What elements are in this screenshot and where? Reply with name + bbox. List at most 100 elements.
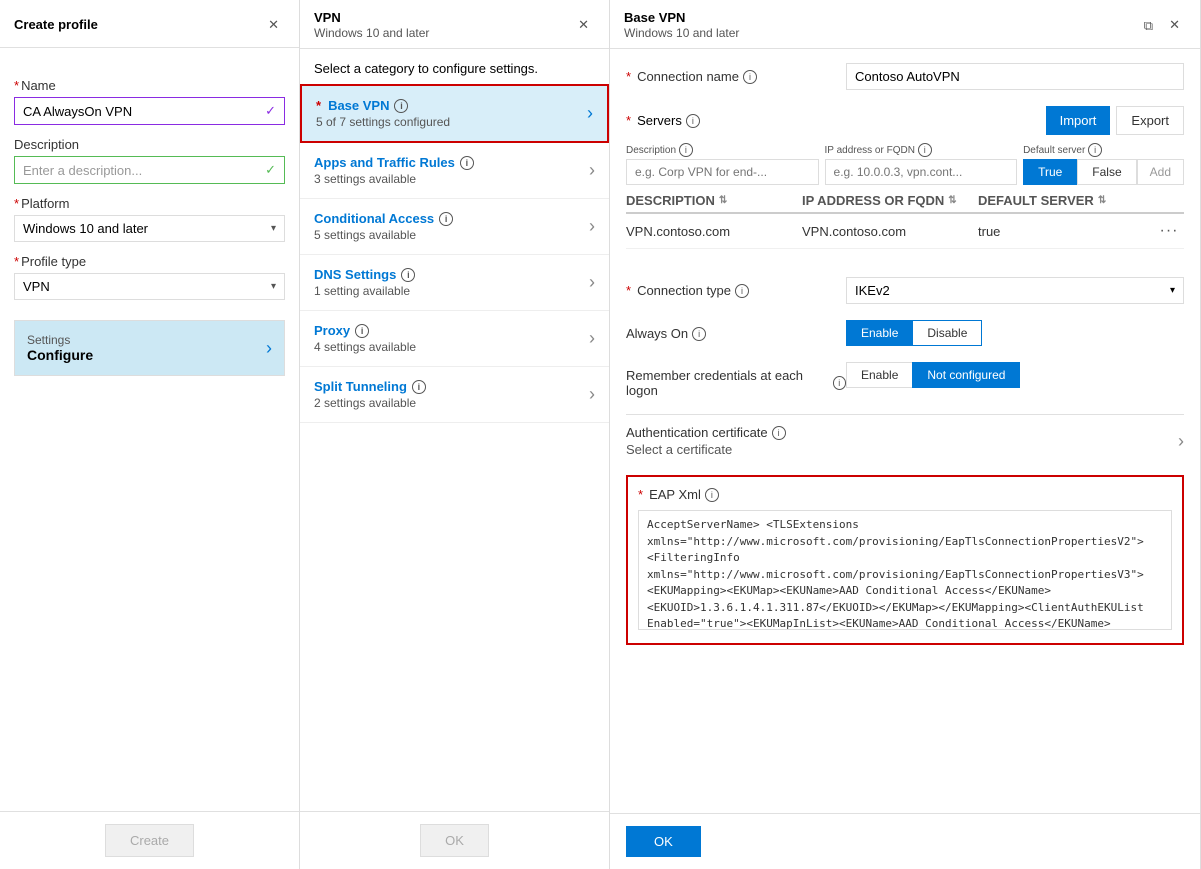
- category-dns-settings[interactable]: DNS Settings i 1 setting available ›: [300, 255, 609, 311]
- remember-cred-info-icon[interactable]: i: [833, 376, 846, 390]
- server-row-actions[interactable]: ···: [1154, 222, 1184, 240]
- conditional-access-title: Conditional Access i: [314, 211, 453, 226]
- default-server-toggle: True False Add: [1023, 159, 1184, 185]
- default-server-info-icon[interactable]: i: [1088, 143, 1102, 157]
- select-cert-label: Select a certificate: [626, 442, 786, 457]
- settings-label: Settings: [27, 333, 93, 347]
- always-on-label: Always On i: [626, 320, 846, 341]
- import-button[interactable]: Import: [1046, 106, 1111, 135]
- servers-info-icon[interactable]: i: [686, 114, 700, 128]
- proxy-info-icon[interactable]: i: [355, 324, 369, 338]
- always-on-disable-button[interactable]: Disable: [912, 320, 982, 346]
- auth-cert-row[interactable]: Authentication certificate i Select a ce…: [626, 414, 1184, 467]
- right-panel-body: * Connection name i * Servers i Import E…: [610, 49, 1200, 813]
- servers-table-header: DESCRIPTION ⇅ IP ADDRESS OR FQDN ⇅ DEFAU…: [626, 193, 1184, 214]
- split-tunneling-info-icon[interactable]: i: [412, 380, 426, 394]
- ip-server-input[interactable]: [825, 159, 1018, 185]
- right-ok-button[interactable]: OK: [626, 826, 701, 857]
- left-panel-header: Create profile ✕: [0, 0, 299, 48]
- connection-type-label: * Connection type i: [626, 277, 846, 298]
- profile-type-select[interactable]: VPN ▾: [14, 273, 285, 300]
- servers-btn-group: Import Export: [1046, 106, 1184, 135]
- create-button[interactable]: Create: [105, 824, 194, 857]
- profile-type-label: *Profile type: [14, 254, 285, 269]
- eap-xml-textarea[interactable]: AcceptServerName> <TLSExtensions xmlns="…: [638, 510, 1172, 630]
- auth-cert-label: Authentication certificate i: [626, 425, 786, 440]
- server-table-row: VPN.contoso.com VPN.contoso.com true ···: [626, 214, 1184, 249]
- connection-type-info-icon[interactable]: i: [735, 284, 749, 298]
- right-panel-close-button[interactable]: ✕: [1163, 14, 1186, 36]
- middle-ok-button[interactable]: OK: [420, 824, 489, 857]
- platform-select[interactable]: Windows 10 and later ▾: [14, 215, 285, 242]
- always-on-enable-button[interactable]: Enable: [846, 320, 912, 346]
- desc-info-icon[interactable]: i: [679, 143, 693, 157]
- always-on-row: Always On i Enable Disable: [626, 320, 1184, 346]
- left-panel-footer: Create: [0, 811, 299, 869]
- restore-icon: ⧉: [1144, 18, 1153, 33]
- remember-not-configured-button[interactable]: Not configured: [912, 362, 1020, 388]
- name-value: CA AlwaysOn VPN: [23, 104, 132, 119]
- category-apps-traffic[interactable]: Apps and Traffic Rules i 3 settings avai…: [300, 143, 609, 199]
- connection-name-input[interactable]: [846, 63, 1184, 90]
- required-star-profile: *: [14, 254, 19, 269]
- description-placeholder: Enter a description...: [23, 163, 142, 178]
- servers-label-group: * Servers i: [626, 113, 700, 128]
- dns-settings-info-icon[interactable]: i: [401, 268, 415, 282]
- ip-sort-icon[interactable]: ⇅: [948, 195, 956, 206]
- servers-row: * Servers i Import Export Description i …: [626, 106, 1184, 249]
- ip-col-header: IP ADDRESS OR FQDN ⇅: [802, 193, 978, 208]
- intro-text: Select a category to configure settings.: [314, 61, 538, 76]
- right-panel-restore-button[interactable]: ⧉: [1138, 14, 1159, 36]
- remember-enable-button[interactable]: Enable: [846, 362, 912, 388]
- category-split-tunneling[interactable]: Split Tunneling i 2 settings available ›: [300, 367, 609, 423]
- server-default-cell: true: [978, 224, 1154, 239]
- base-vpn-title: * Base VPN i: [316, 98, 450, 113]
- export-button[interactable]: Export: [1116, 106, 1184, 135]
- auth-cert-info-icon[interactable]: i: [772, 426, 786, 440]
- apps-traffic-title: Apps and Traffic Rules i: [314, 155, 474, 170]
- description-sort-icon[interactable]: ⇅: [719, 195, 727, 206]
- ip-info-icon[interactable]: i: [918, 143, 932, 157]
- base-vpn-subtitle-right: Windows 10 and later: [624, 26, 739, 40]
- add-server-button[interactable]: Add: [1137, 159, 1184, 185]
- settings-configure-item[interactable]: Settings Configure ›: [14, 320, 285, 376]
- connection-name-info-icon[interactable]: i: [743, 70, 757, 84]
- auth-cert-arrow-icon: ›: [1178, 431, 1184, 452]
- middle-intro: Select a category to configure settings.: [300, 49, 609, 84]
- category-proxy[interactable]: Proxy i 4 settings available ›: [300, 311, 609, 367]
- split-tunneling-title: Split Tunneling i: [314, 379, 426, 394]
- middle-panel: VPN Windows 10 and later ✕ Select a cate…: [300, 0, 610, 869]
- middle-panel-close-button[interactable]: ✕: [572, 14, 595, 36]
- description-check-icon: ✓: [265, 162, 276, 178]
- split-tunneling-subtitle: 2 settings available: [314, 396, 426, 410]
- name-input[interactable]: CA AlwaysOn VPN ✓: [14, 97, 285, 125]
- always-on-info-icon[interactable]: i: [692, 327, 706, 341]
- true-button[interactable]: True: [1023, 159, 1077, 185]
- name-check-icon: ✓: [265, 103, 276, 119]
- description-server-input[interactable]: [626, 159, 819, 185]
- dns-settings-arrow-icon: ›: [589, 272, 595, 293]
- connection-name-label: * Connection name i: [626, 63, 846, 84]
- proxy-title: Proxy i: [314, 323, 416, 338]
- base-vpn-arrow-icon: ›: [587, 103, 593, 124]
- left-panel: Create profile ✕ *Name CA AlwaysOn VPN ✓…: [0, 0, 300, 869]
- apps-traffic-subtitle: 3 settings available: [314, 172, 474, 186]
- description-input[interactable]: Enter a description... ✓: [14, 156, 285, 184]
- base-vpn-info-icon[interactable]: i: [394, 99, 408, 113]
- left-panel-close-button[interactable]: ✕: [262, 14, 285, 36]
- apps-traffic-arrow-icon: ›: [589, 160, 595, 181]
- default-sort-icon[interactable]: ⇅: [1098, 195, 1106, 206]
- left-panel-body: *Name CA AlwaysOn VPN ✓ Description Ente…: [0, 48, 299, 811]
- eap-xml-info-icon[interactable]: i: [705, 488, 719, 502]
- connection-type-select[interactable]: IKEv2 ▾: [846, 277, 1184, 304]
- conditional-access-info-icon[interactable]: i: [439, 212, 453, 226]
- remember-credentials-toggle: Enable Not configured: [846, 362, 1184, 388]
- apps-traffic-info-icon[interactable]: i: [460, 156, 474, 170]
- required-star-basevpn: *: [316, 98, 321, 113]
- description-label: Description: [14, 137, 285, 152]
- dns-settings-subtitle: 1 setting available: [314, 284, 415, 298]
- dns-settings-title: DNS Settings i: [314, 267, 415, 282]
- false-button[interactable]: False: [1077, 159, 1136, 185]
- category-base-vpn[interactable]: * Base VPN i 5 of 7 settings configured …: [300, 84, 609, 143]
- category-conditional-access[interactable]: Conditional Access i 5 settings availabl…: [300, 199, 609, 255]
